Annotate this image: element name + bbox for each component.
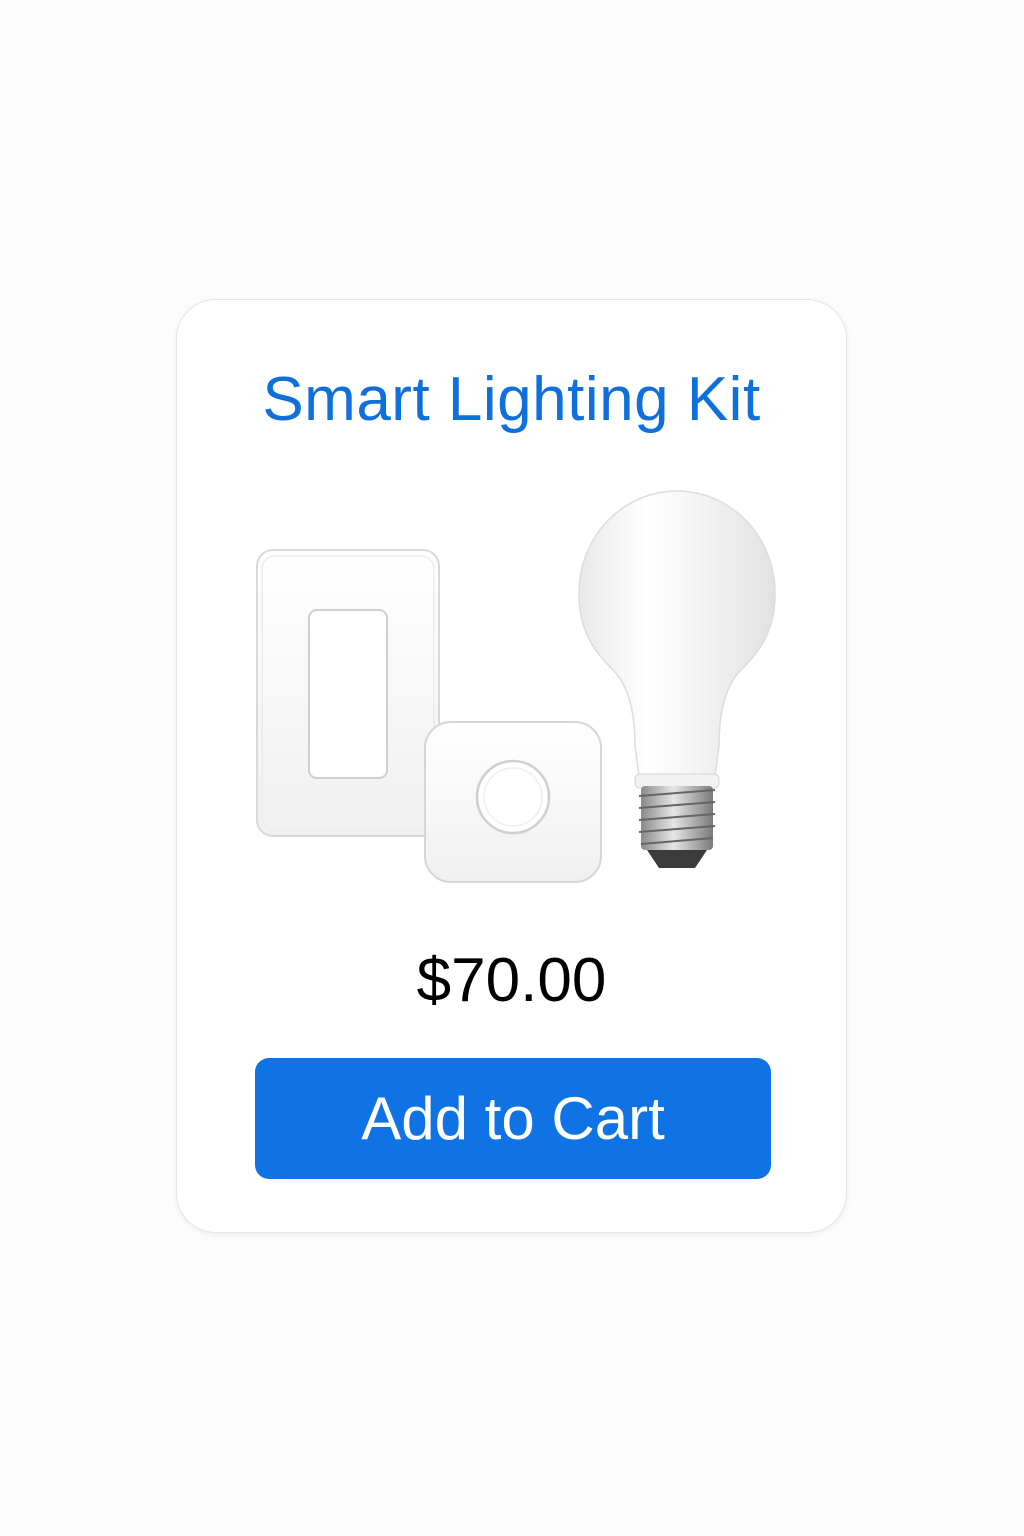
- light-bulb-icon: [578, 490, 776, 868]
- product-card: Smart Lighting Kit $70.00 Add to Cart: [176, 299, 847, 1233]
- product-title: Smart Lighting Kit: [262, 365, 761, 434]
- smart-hub-icon: [424, 721, 602, 883]
- light-switch-icon: [256, 549, 440, 837]
- product-image: [256, 490, 776, 883]
- product-price: $70.00: [416, 946, 607, 1015]
- add-to-cart-button[interactable]: Add to Cart: [255, 1058, 771, 1179]
